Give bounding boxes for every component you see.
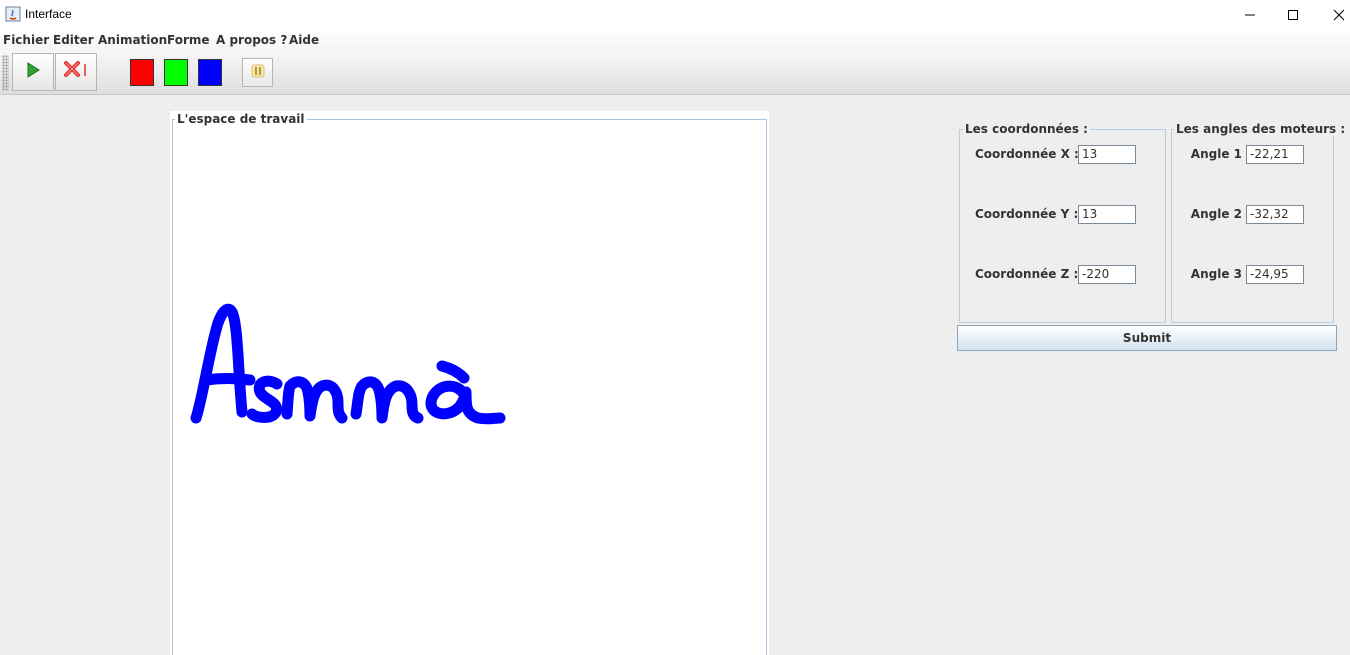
angle-3-field[interactable]: -24,95 xyxy=(1246,265,1304,284)
coord-x-field[interactable]: 13 xyxy=(1078,145,1136,164)
color-red-button[interactable] xyxy=(130,59,154,86)
angle-1-field[interactable]: -22,21 xyxy=(1246,145,1304,164)
menu-editer[interactable]: Editer xyxy=(53,33,94,47)
coordinates-title: Les coordonnées : xyxy=(963,122,1090,136)
window-title: Interface xyxy=(25,7,72,21)
menu-fichier[interactable]: Fichier xyxy=(3,33,49,47)
menu-animation[interactable]: Animation xyxy=(98,33,167,47)
handwritten-drawing xyxy=(190,303,506,425)
toolbar xyxy=(0,51,1350,95)
coord-y-label: Coordonnée Y : xyxy=(975,207,1079,221)
coord-z-label: Coordonnée Z : xyxy=(975,267,1079,281)
pause-icon xyxy=(250,63,266,83)
maximize-button[interactable] xyxy=(1270,0,1316,29)
menu-a-propos[interactable]: A propos ? xyxy=(216,33,287,47)
workspace-title: L'espace de travail xyxy=(175,112,307,126)
menu-forme[interactable]: Forme xyxy=(167,33,210,47)
coord-z-field[interactable]: -220 xyxy=(1078,265,1136,284)
angle-1-label: Angle 1 xyxy=(1190,147,1242,161)
stop-button[interactable] xyxy=(55,53,97,91)
toolbar-grip[interactable] xyxy=(2,55,9,91)
angle-2-label: Angle 2 xyxy=(1190,207,1242,221)
close-button[interactable] xyxy=(1316,0,1350,29)
pause-button[interactable] xyxy=(242,58,273,87)
submit-button[interactable]: Submit xyxy=(957,325,1337,351)
menu-bar: Fichier Editer Animation Forme A propos … xyxy=(0,29,1350,51)
angles-title: Les angles des moteurs : xyxy=(1174,122,1348,136)
color-green-button[interactable] xyxy=(164,59,188,86)
minimize-button[interactable] xyxy=(1227,0,1273,29)
java-app-icon xyxy=(5,6,21,22)
play-icon xyxy=(24,61,42,83)
stop-icon xyxy=(63,60,89,84)
title-bar: Interface xyxy=(0,0,1350,29)
angle-3-label: Angle 3 xyxy=(1190,267,1242,281)
menu-aide[interactable]: Aide xyxy=(289,33,319,47)
play-button[interactable] xyxy=(12,53,54,91)
angle-2-field[interactable]: -32,32 xyxy=(1246,205,1304,224)
coord-y-field[interactable]: 13 xyxy=(1078,205,1136,224)
coord-x-label: Coordonnée X : xyxy=(975,147,1079,161)
color-blue-button[interactable] xyxy=(198,59,222,86)
